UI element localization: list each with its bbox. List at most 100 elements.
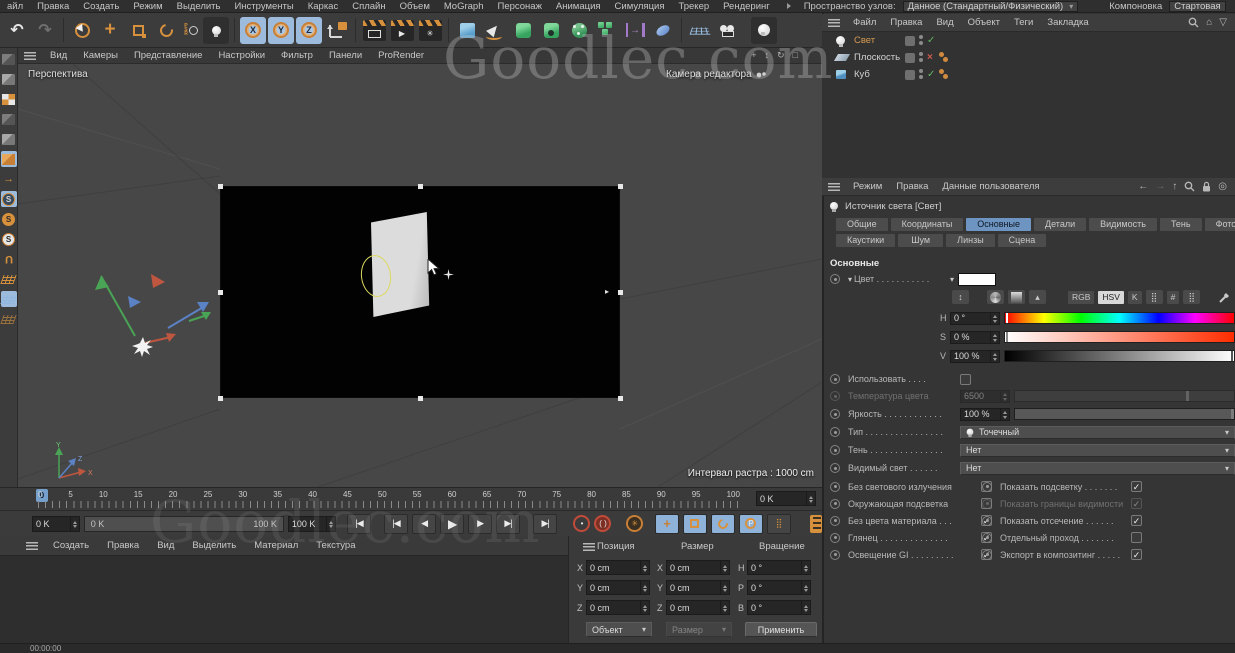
undo-button[interactable]: ↶	[4, 17, 30, 44]
kelvin-mode-button[interactable]: K	[1127, 290, 1142, 304]
main-menu-item[interactable]: Анимация	[549, 1, 608, 12]
pos-y-field[interactable]: 0 cm	[586, 580, 650, 595]
editor-visibility-toggle[interactable]	[905, 69, 915, 80]
use-checkbox[interactable]	[960, 373, 971, 385]
spinner[interactable]	[990, 331, 999, 343]
magnet-tool-button[interactable]: U	[1, 251, 17, 267]
spinner[interactable]	[1000, 408, 1009, 420]
object-manager-menu-item[interactable]: Вид	[929, 17, 960, 28]
symmetry-button[interactable]: →	[622, 17, 648, 44]
main-menu-item[interactable]: Выделить	[170, 1, 228, 12]
tick-label[interactable]: 35	[273, 490, 282, 499]
object-row-plane[interactable]: Плоскость ×	[822, 49, 1235, 66]
frame-handle[interactable]	[218, 396, 223, 401]
checkbox-row[interactable]: Освещение GI . . . . . . . . . ✓	[822, 546, 992, 563]
material-menu-item[interactable]: Правка	[98, 540, 148, 551]
points-mode-button[interactable]	[1, 111, 17, 127]
value-field[interactable]: 100 %	[950, 349, 1000, 363]
parent-object-icon[interactable]: ↑	[1172, 181, 1177, 192]
frame-handle[interactable]	[618, 184, 623, 189]
tick-label[interactable]: 100	[727, 490, 740, 499]
camera-label[interactable]: Камера редактора	[666, 69, 766, 80]
enabled-state-icon[interactable]: ×	[927, 52, 933, 63]
search-icon[interactable]	[1188, 17, 1199, 28]
spinner[interactable]	[720, 561, 729, 574]
spinner[interactable]	[720, 581, 729, 594]
tick-label[interactable]: 70	[517, 490, 526, 499]
goto-end-button[interactable]: ▶|	[533, 513, 558, 534]
pos-z-field[interactable]: 0 cm	[586, 600, 650, 615]
mixer-mode-icon[interactable]: ⣿	[1145, 290, 1163, 304]
tick-label[interactable]: 85	[622, 490, 631, 499]
camera-button[interactable]	[715, 17, 741, 44]
main-menu-item[interactable]: Рендеринг	[716, 1, 777, 12]
size-x-field[interactable]: 0 cm	[666, 560, 730, 575]
animate-dot[interactable]	[830, 445, 840, 455]
viewport-menu-item[interactable]: Панели	[321, 50, 370, 61]
editor-visibility-toggle[interactable]	[905, 52, 915, 63]
temperature-field[interactable]: 6500	[960, 389, 1010, 403]
deformer-button[interactable]	[566, 17, 592, 44]
record-parameters-toggle[interactable]: P	[738, 513, 763, 534]
spinner[interactable]	[801, 581, 810, 594]
preview-range-slider[interactable]: 0 K 100 K	[83, 515, 284, 532]
object-manager-menu-item[interactable]: Правка	[883, 17, 929, 28]
psr-tool[interactable]: P S R	[181, 17, 201, 44]
checkbox-row[interactable]: Отдельный проход . . . . . . .	[974, 529, 1142, 546]
color-swatch[interactable]	[958, 272, 997, 286]
tab-basic[interactable]: Основные	[966, 218, 1031, 231]
frame-handle[interactable]	[218, 184, 223, 189]
checkbox[interactable]	[1131, 532, 1142, 543]
frame-handle[interactable]	[618, 396, 623, 401]
record-position-toggle[interactable]: +	[654, 513, 679, 534]
animate-dot[interactable]	[830, 498, 840, 509]
main-menu-item[interactable]: Инструменты	[227, 1, 300, 12]
tick-label[interactable]: 75	[552, 490, 561, 499]
floor-button[interactable]	[687, 17, 713, 44]
main-menu-item[interactable]: Создать	[76, 1, 126, 12]
tab-photometric[interactable]: Фотометрия	[1204, 218, 1235, 231]
texture-tag-icons[interactable]	[939, 52, 944, 57]
object-name[interactable]: Плоскость	[854, 52, 900, 63]
editor-visibility-toggle[interactable]	[905, 35, 915, 46]
visibility-dots[interactable]	[919, 69, 923, 73]
array-button[interactable]	[594, 17, 620, 44]
make-editable-button[interactable]	[1, 51, 17, 67]
checkbox[interactable]: ✓	[1131, 481, 1142, 492]
workplane-button[interactable]	[0, 271, 17, 287]
filter-icon[interactable]: ▽	[1219, 17, 1227, 28]
lock-icon[interactable]	[1202, 181, 1211, 192]
tick-label[interactable]: 10	[99, 490, 108, 499]
rotate-tool[interactable]	[153, 17, 179, 44]
spinner[interactable]	[69, 516, 79, 531]
main-menu-item[interactable]: Режим	[126, 1, 169, 12]
object-manager-menu-item[interactable]: Файл	[846, 17, 883, 28]
object-row-light[interactable]: Свет ✓	[822, 32, 1235, 49]
checkbox-row[interactable]: Показать отсечение . . . . . . ✓	[974, 512, 1142, 529]
tick-label[interactable]: 55	[413, 490, 422, 499]
main-menu-item[interactable]: Объем	[393, 1, 437, 12]
checkbox-row[interactable]: Показать границы видимости ✓	[974, 495, 1142, 512]
rgb-mode-button[interactable]: RGB	[1068, 290, 1095, 304]
render-settings-button[interactable]: ✳	[417, 17, 443, 44]
history-forward-icon[interactable]: →	[1155, 181, 1165, 192]
value-slider[interactable]	[1004, 350, 1235, 362]
visibility-dots[interactable]	[919, 35, 923, 39]
keyframe-selection-button[interactable]: ✳	[626, 515, 644, 532]
maximize-view-icon[interactable]: □	[793, 50, 798, 61]
tick-label[interactable]: 60	[448, 490, 457, 499]
redo-button[interactable]: ↷	[32, 17, 58, 44]
rot-p-field[interactable]: 0 °	[747, 580, 811, 595]
light-axis-gizmo[interactable]	[73, 244, 233, 369]
attribute-menu-item[interactable]: Правка	[889, 181, 935, 192]
tick-label[interactable]: 20	[169, 490, 178, 499]
pen-spline-button[interactable]	[482, 17, 508, 44]
autokey-button[interactable]: ( )	[594, 515, 612, 532]
viewport-menu-item[interactable]: ProRender	[370, 50, 432, 61]
material-menu-item[interactable]: Создать	[44, 540, 98, 551]
tick-label[interactable]: 5	[68, 490, 72, 499]
history-back-icon[interactable]: ←	[1138, 181, 1148, 192]
add-cube-button[interactable]	[454, 17, 480, 44]
animate-color-dot[interactable]	[830, 274, 840, 284]
hamburger-icon[interactable]	[828, 182, 840, 191]
